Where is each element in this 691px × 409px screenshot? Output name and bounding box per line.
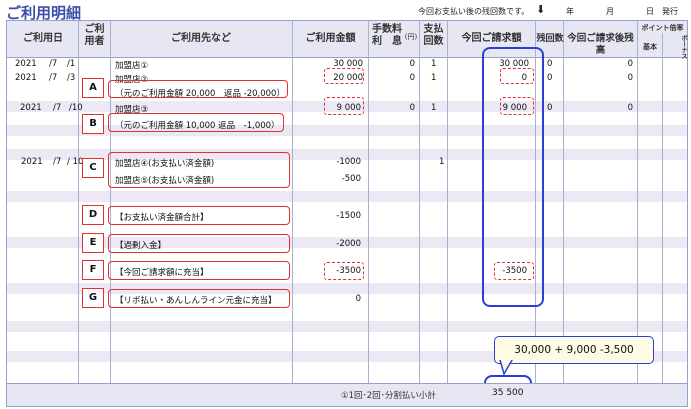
year-label: 年 bbox=[566, 7, 574, 16]
column-divider bbox=[292, 21, 293, 386]
dashed-amount-20000 bbox=[324, 68, 364, 84]
row-fee: 0 bbox=[409, 103, 415, 113]
column-divider bbox=[78, 21, 79, 386]
highlight-overpay-e bbox=[108, 234, 290, 253]
column-divider bbox=[368, 21, 369, 386]
remaining-note: 今回お支払い後の残回数です。 bbox=[418, 7, 530, 16]
marker-f: F bbox=[82, 260, 104, 280]
row-count: 1 bbox=[439, 157, 445, 167]
row-balance: 0 bbox=[627, 73, 633, 83]
col-place: ご利用先など bbox=[171, 33, 231, 44]
column-divider bbox=[110, 21, 111, 386]
marker-a: A bbox=[82, 78, 104, 98]
col-balance: 今回ご請求後残高 bbox=[567, 33, 634, 56]
row-amount: -1000 bbox=[336, 157, 361, 167]
row-place: 加盟店① bbox=[115, 61, 149, 71]
marker-d: D bbox=[82, 205, 104, 225]
row-stripe bbox=[7, 191, 687, 202]
row-day: /10 bbox=[69, 103, 83, 113]
row-count: 1 bbox=[431, 59, 437, 69]
callout-pointer bbox=[499, 360, 513, 376]
row-day: / 10 bbox=[67, 157, 84, 167]
col-billing: 今回ご請求額 bbox=[461, 33, 522, 44]
col-count: 支払 回数 bbox=[423, 24, 444, 47]
row-day: /3 bbox=[67, 73, 76, 83]
row-month: /7 bbox=[49, 59, 58, 69]
row-year: 2021 bbox=[20, 103, 42, 113]
highlight-apply-f bbox=[108, 261, 290, 280]
dashed-amount-3500 bbox=[324, 262, 364, 280]
subtotal-label: ①1回･2回･分割払い小計 bbox=[341, 391, 436, 401]
day-label: 日 bbox=[646, 7, 654, 16]
column-divider bbox=[637, 21, 638, 386]
month-label: 月 bbox=[606, 7, 614, 16]
col-fee: 手数料 利 息 bbox=[372, 24, 402, 47]
arrow-down-icon: ⬇ bbox=[536, 3, 546, 16]
row-remain: 0 bbox=[547, 73, 553, 83]
row-fee: 0 bbox=[409, 73, 415, 83]
issued-label: 発行 bbox=[662, 7, 678, 16]
row-amount: -1500 bbox=[336, 211, 361, 221]
highlight-paid-total-d bbox=[108, 206, 290, 225]
highlight-revo-g bbox=[108, 289, 290, 308]
column-divider bbox=[447, 21, 448, 386]
row-amount: -2000 bbox=[336, 239, 361, 249]
col-user: ご利 用者 bbox=[84, 24, 105, 47]
col-date: ご利用日 bbox=[23, 33, 63, 44]
row-fee: 0 bbox=[409, 59, 415, 69]
calculation-callout: 30,000 + 9,000 -3,500 bbox=[494, 336, 654, 364]
row-remain: 0 bbox=[547, 59, 553, 69]
col-amount: ご利用金額 bbox=[305, 33, 356, 44]
subtotal-value: 35 500 bbox=[492, 388, 524, 398]
row-count: 1 bbox=[431, 73, 437, 83]
row-month: /7 bbox=[49, 73, 58, 83]
row-year: 2021 bbox=[21, 157, 43, 167]
dashed-amount-9000 bbox=[324, 97, 364, 115]
marker-g: G bbox=[82, 288, 104, 308]
column-divider bbox=[419, 21, 420, 386]
row-remain: 0 bbox=[547, 103, 553, 113]
col-points-basic: 基本 bbox=[643, 43, 657, 51]
row-amount: -500 bbox=[341, 174, 361, 184]
row-balance: 0 bbox=[627, 103, 633, 113]
column-divider bbox=[563, 21, 564, 386]
col-fee-unit: (円) bbox=[404, 33, 418, 41]
row-day: /1 bbox=[67, 59, 76, 69]
marker-b: B bbox=[82, 114, 104, 134]
col-points-bonus: ボーナス bbox=[680, 35, 687, 59]
row-balance: 0 bbox=[627, 59, 633, 69]
row-year: 2021 bbox=[15, 73, 37, 83]
highlight-return-b bbox=[108, 113, 284, 132]
col-points: ポイント倍率 bbox=[641, 24, 684, 32]
row-count: 1 bbox=[431, 103, 437, 113]
row-month: /7 bbox=[53, 103, 62, 113]
row-stripe bbox=[7, 321, 687, 332]
marker-c: C bbox=[82, 158, 104, 178]
billing-highlight bbox=[482, 47, 544, 307]
marker-e: E bbox=[82, 233, 104, 253]
row-amount: 0 bbox=[355, 294, 361, 304]
row-year: 2021 bbox=[15, 59, 37, 69]
row-month: /7 bbox=[53, 157, 62, 167]
column-divider bbox=[662, 33, 663, 386]
highlight-paid-c bbox=[108, 152, 290, 188]
highlight-return-a bbox=[108, 80, 288, 98]
col-remaining: 残回数 bbox=[536, 34, 564, 44]
